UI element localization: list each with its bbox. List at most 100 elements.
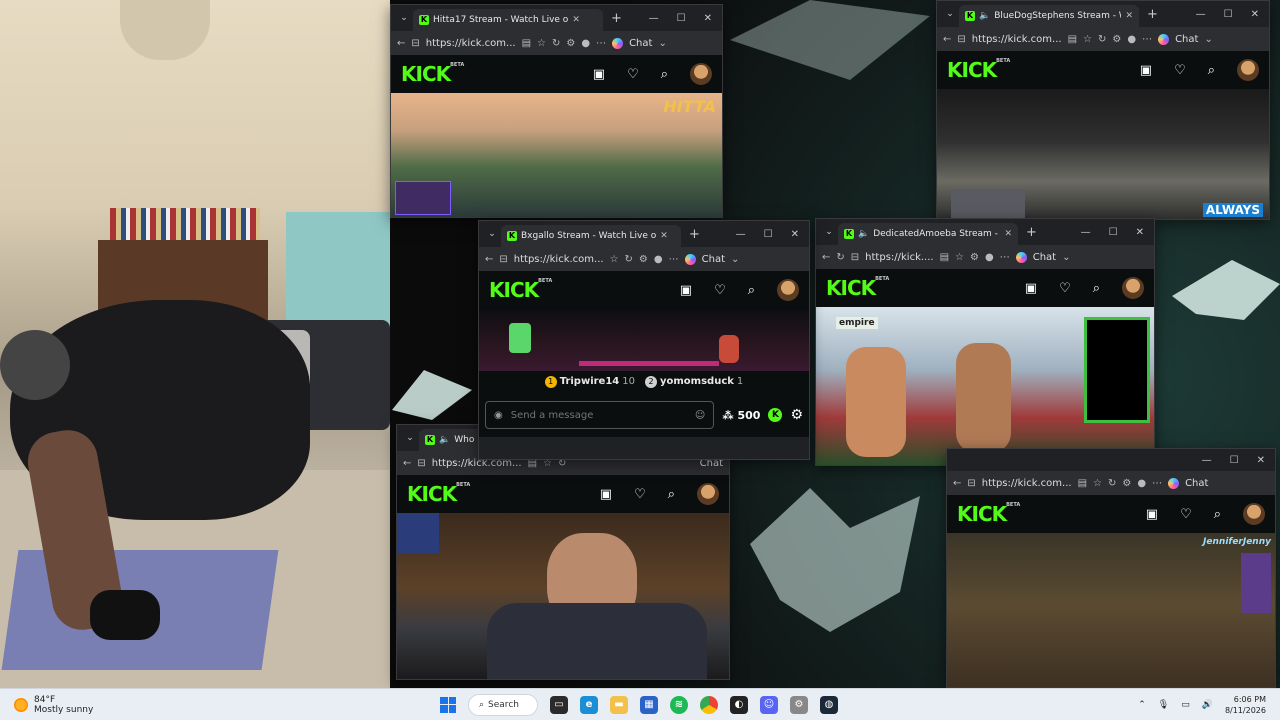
- clips-icon[interactable]: ▣: [600, 487, 612, 502]
- tab-menu-icon[interactable]: ⌄: [941, 9, 959, 19]
- user-avatar[interactable]: [690, 63, 712, 85]
- following-heart-icon[interactable]: ♡: [1059, 281, 1071, 296]
- url-field[interactable]: https://kick....: [865, 252, 933, 263]
- following-heart-icon[interactable]: ♡: [714, 283, 726, 298]
- tab-hitta[interactable]: K Hitta17 Stream - Watch Live o ✕: [413, 9, 603, 31]
- kick-logo[interactable]: KICKBETA: [957, 502, 1020, 526]
- clips-icon[interactable]: ▣: [1025, 281, 1037, 296]
- more-menu-icon[interactable]: ⋯: [1152, 478, 1162, 489]
- copilot-icon[interactable]: [612, 37, 624, 49]
- kick-logo[interactable]: KICKBETA: [826, 276, 889, 300]
- favorite-star-icon[interactable]: ☆: [610, 254, 619, 265]
- kick-emote-icon[interactable]: K: [768, 408, 783, 422]
- taskbar-search[interactable]: ⌕ Search: [468, 693, 538, 716]
- close-tab-icon[interactable]: ✕: [660, 231, 668, 241]
- clock[interactable]: 6:06 PM 8/11/2026: [1225, 694, 1266, 716]
- browser-window-bluedog[interactable]: ⌄ K 🔈 BlueDogStephens Stream - W ✕ + — ☐…: [936, 0, 1270, 220]
- site-info-icon[interactable]: ⊟: [967, 478, 975, 489]
- speaker-icon[interactable]: 🔈: [979, 11, 990, 21]
- weather-widget[interactable]: 84°F Mostly sunny: [0, 695, 440, 715]
- chat-button[interactable]: Chat: [702, 254, 725, 265]
- more-menu-icon[interactable]: ⋯: [1000, 252, 1010, 263]
- chrome-icon[interactable]: [700, 695, 718, 714]
- kick-logo[interactable]: KICKBETA: [489, 278, 552, 302]
- site-info-icon[interactable]: ⊟: [499, 254, 507, 265]
- back-icon[interactable]: ←: [822, 252, 830, 263]
- top-chatter-item[interactable]: 1 Tripwire14 10: [544, 376, 635, 388]
- reader-icon[interactable]: ▤: [1078, 478, 1087, 489]
- speaker-icon[interactable]: 🔈: [858, 229, 869, 239]
- minimize-icon[interactable]: —: [1081, 227, 1091, 238]
- chevron-up-icon[interactable]: ⌃: [1138, 700, 1146, 710]
- refresh-icon[interactable]: ↻: [1108, 478, 1116, 489]
- microphone-icon[interactable]: 🎙: [1158, 700, 1169, 710]
- user-avatar[interactable]: [1237, 59, 1259, 81]
- stream-video[interactable]: empire: [816, 307, 1154, 465]
- refresh-icon[interactable]: ↻: [625, 254, 633, 265]
- profile-icon[interactable]: ●: [1127, 34, 1136, 45]
- following-heart-icon[interactable]: ♡: [634, 487, 646, 502]
- file-explorer-icon[interactable]: ▬: [610, 695, 628, 714]
- search-icon[interactable]: ⌕: [1208, 63, 1215, 78]
- minimize-icon[interactable]: —: [1202, 455, 1212, 466]
- search-icon[interactable]: ⌕: [661, 67, 668, 82]
- chevron-down-icon[interactable]: ⌄: [1204, 34, 1212, 45]
- chat-button[interactable]: Chat: [1185, 478, 1208, 489]
- tab-menu-icon[interactable]: ⌄: [395, 13, 413, 23]
- windows-start-icon[interactable]: [440, 696, 456, 713]
- network-icon[interactable]: ▭: [1181, 700, 1190, 710]
- minimize-icon[interactable]: —: [736, 229, 746, 240]
- chat-settings-gear-icon[interactable]: ⚙: [790, 407, 803, 423]
- close-window-icon[interactable]: ✕: [791, 229, 799, 240]
- clips-icon[interactable]: ▣: [1140, 63, 1152, 78]
- reader-icon[interactable]: ▤: [1068, 34, 1077, 45]
- close-tab-icon[interactable]: ✕: [572, 15, 580, 25]
- close-window-icon[interactable]: ✕: [1257, 455, 1265, 466]
- chevron-down-icon[interactable]: ⌄: [658, 38, 666, 49]
- site-info-icon[interactable]: ⊟: [851, 252, 859, 263]
- message-box[interactable]: ◉ ☺: [485, 401, 715, 429]
- copilot-icon[interactable]: [1015, 251, 1027, 263]
- task-view-icon[interactable]: ▭: [550, 695, 568, 714]
- back-icon[interactable]: ←: [943, 34, 951, 45]
- url-field[interactable]: https://kick.com...: [514, 254, 604, 265]
- favorite-star-icon[interactable]: ☆: [537, 38, 546, 49]
- clips-icon[interactable]: ▣: [1146, 507, 1158, 522]
- back-icon[interactable]: ←: [953, 478, 961, 489]
- search-icon[interactable]: ⌕: [668, 487, 675, 502]
- discord-icon[interactable]: ☺: [760, 695, 778, 714]
- settings-icon[interactable]: ⚙: [790, 695, 808, 714]
- browser-window-amoeba[interactable]: ⌄ K 🔈 DedicatedAmoeba Stream - W ✕ + — ☐…: [815, 218, 1155, 466]
- copilot-icon[interactable]: [1158, 33, 1170, 45]
- search-icon[interactable]: ⌕: [1214, 507, 1221, 522]
- speaker-icon[interactable]: 🔈: [439, 435, 450, 445]
- chat-button[interactable]: Chat: [1175, 34, 1198, 45]
- minimize-icon[interactable]: —: [1196, 9, 1206, 20]
- back-icon[interactable]: ←: [485, 254, 493, 265]
- user-avatar[interactable]: [777, 279, 799, 301]
- favorite-star-icon[interactable]: ☆: [955, 252, 964, 263]
- kick-logo[interactable]: KICKBETA: [401, 62, 464, 86]
- new-tab-button[interactable]: +: [1018, 225, 1045, 240]
- tab-amoeba[interactable]: K 🔈 DedicatedAmoeba Stream - W ✕: [838, 223, 1018, 245]
- back-icon[interactable]: ←: [397, 38, 405, 49]
- reader-icon[interactable]: ▤: [522, 38, 531, 49]
- browser-window-jennifer[interactable]: — ☐ ✕ ← ⊟ https://kick.com... ▤ ☆ ↻ ⚙ ● …: [946, 448, 1276, 688]
- search-icon[interactable]: ⌕: [1093, 281, 1100, 296]
- top-chatter-item[interactable]: 2 yomomsduck 1: [645, 376, 743, 388]
- user-avatar[interactable]: [697, 483, 719, 505]
- following-heart-icon[interactable]: ♡: [627, 67, 639, 82]
- browser-window-hitta[interactable]: ⌄ K Hitta17 Stream - Watch Live o ✕ + — …: [390, 4, 723, 218]
- more-menu-icon[interactable]: ⋯: [1142, 34, 1152, 45]
- edge-icon[interactable]: e: [580, 695, 598, 714]
- tab-menu-icon[interactable]: ⌄: [483, 229, 501, 239]
- site-info-icon[interactable]: ⊟: [411, 38, 419, 49]
- close-tab-icon[interactable]: ✕: [1004, 229, 1012, 239]
- refresh-icon[interactable]: ↻: [1098, 34, 1106, 45]
- browser-window-bxgallo[interactable]: ⌄ K Bxgallo Stream - Watch Live o ✕ + — …: [478, 220, 810, 460]
- stream-video[interactable]: [397, 513, 729, 679]
- maximize-icon[interactable]: ☐: [1109, 227, 1118, 238]
- chat-button[interactable]: Chat: [1033, 252, 1056, 263]
- stream-video[interactable]: JenniferJenny: [947, 533, 1275, 687]
- clips-icon[interactable]: ▣: [593, 67, 605, 82]
